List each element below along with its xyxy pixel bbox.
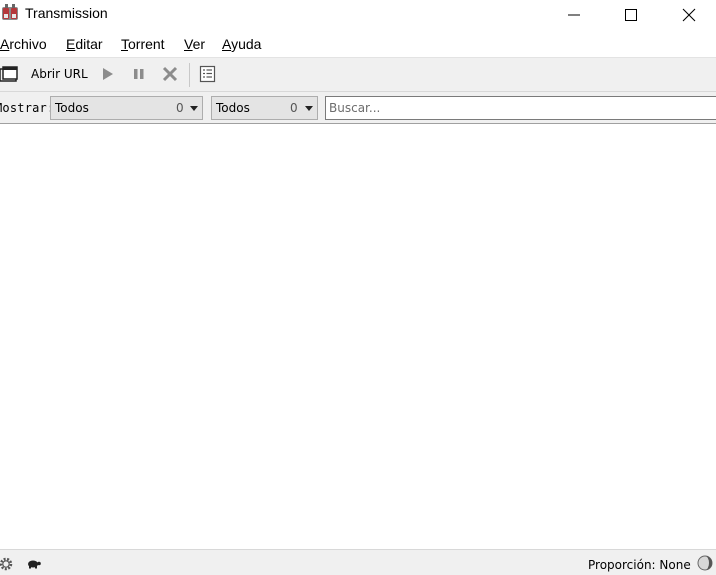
close-icon [682, 8, 696, 22]
menu-torrent-accel: T [121, 36, 128, 52]
menu-ver-accel: V [184, 36, 193, 52]
tracker-filter-count: 0 [290, 101, 298, 115]
menu-archivo[interactable]: Archivo [0, 36, 47, 52]
play-icon[interactable] [101, 65, 115, 83]
menu-torrent-rest: orrent [128, 36, 165, 52]
activity-filter-combo[interactable]: Todos 0 [50, 96, 203, 120]
window-title: Transmission [25, 5, 108, 21]
menu-ver[interactable]: Ver [184, 36, 205, 52]
menu-ayuda[interactable]: Ayuda [222, 36, 261, 52]
menu-bar: Archivo Editar Torrent Ver Ayuda [0, 33, 716, 57]
minimize-button[interactable] [551, 0, 597, 30]
chevron-down-icon [190, 106, 198, 111]
open-folder-icon[interactable] [0, 65, 18, 83]
transmission-app-icon [2, 4, 18, 20]
remove-x-icon[interactable] [162, 65, 178, 83]
chevron-down-icon [305, 106, 313, 111]
search-input[interactable] [326, 97, 716, 119]
gear-icon[interactable] [0, 556, 14, 572]
show-label: Mostrar: [0, 101, 55, 115]
ratio-circle-icon[interactable] [697, 555, 713, 571]
pause-icon[interactable] [132, 65, 146, 83]
activity-filter-value: Todos [55, 101, 89, 115]
toolbar-separator [189, 63, 190, 87]
maximize-icon [625, 9, 637, 21]
search-box[interactable] [325, 96, 716, 120]
menu-editar-rest: ditar [75, 36, 103, 52]
menu-ayuda-rest: yuda [231, 36, 262, 52]
tracker-filter-value: Todos [216, 101, 250, 115]
menu-editar-accel: E [66, 36, 76, 52]
turtle-icon[interactable] [26, 558, 42, 570]
open-url-button[interactable]: Abrir URL [31, 67, 88, 81]
minimize-icon [568, 14, 580, 16]
close-button[interactable] [666, 0, 712, 30]
properties-list-icon[interactable] [199, 65, 217, 83]
toolbar: Abrir URL [0, 57, 716, 91]
menu-ayuda-accel: A [222, 36, 232, 52]
activity-filter-count: 0 [176, 101, 184, 115]
menu-archivo-rest: rchivo [9, 36, 47, 52]
maximize-button[interactable] [608, 0, 654, 30]
menu-archivo-accel: A [0, 36, 10, 52]
status-bar: Proporción: None [0, 549, 716, 575]
ratio-label: Proporción: None [588, 558, 691, 572]
menu-ver-rest: er [192, 36, 206, 52]
menu-torrent[interactable]: Torrent [121, 36, 165, 52]
filter-bar: Mostrar: Todos 0 Todos 0 [0, 91, 716, 124]
tracker-filter-combo[interactable]: Todos 0 [211, 96, 318, 120]
menu-editar[interactable]: Editar [66, 36, 103, 52]
torrent-list[interactable] [0, 124, 716, 549]
title-bar: Transmission [0, 0, 716, 30]
